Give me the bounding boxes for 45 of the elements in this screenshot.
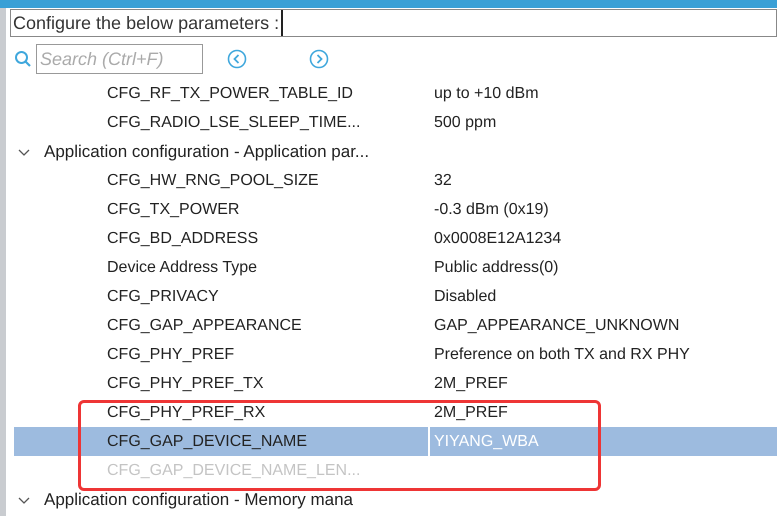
parameter-value: 32	[433, 170, 452, 190]
next-icon[interactable]	[309, 49, 329, 69]
parameter-name: CFG_BD_ADDRESS	[107, 230, 258, 246]
parameter-value: 2M_PREF	[433, 374, 508, 394]
group-row[interactable]: Application configuration - Memory mana	[14, 485, 777, 514]
parameter-value: -0.3 dBm (0x19)	[433, 200, 549, 220]
search-field[interactable]: Search (Ctrl+F)	[36, 44, 203, 74]
parameter-name: CFG_GAP_APPEARANCE	[107, 316, 302, 334]
parameter-name: CFG_RADIO_LSE_SLEEP_TIME...	[107, 114, 360, 130]
parameter-value: GAP_APPEARANCE_UNKNOWN	[433, 316, 680, 336]
parameter-name: CFG_PHY_PREF	[107, 346, 234, 362]
group-label: Application configuration - Application par...	[44, 142, 370, 162]
parameter-row[interactable]: CFG_GAP_DEVICE_NAME YIYANG_WBA	[14, 427, 777, 456]
group-label: Application configuration - Memory mana	[44, 490, 353, 510]
parameter-name: CFG_GAP_DEVICE_NAME	[107, 432, 308, 450]
parameter-row[interactable]: CFG_HW_RNG_POOL_SIZE 32	[14, 166, 777, 195]
parameter-row[interactable]: CFG_GAP_APPEARANCE GAP_APPEARANCE_UNKNOWN	[14, 311, 777, 340]
parameter-row[interactable]: CFG_PHY_PREF_TX 2M_PREF	[14, 369, 777, 398]
parameter-name: Device Address Type	[107, 258, 258, 276]
parameter-row[interactable]: CFG_RADIO_LSE_SLEEP_TIME... 500 ppm	[14, 108, 777, 137]
parameter-value: Disabled	[433, 286, 496, 306]
parameter-name: CFG_HW_RNG_POOL_SIZE	[107, 172, 319, 188]
parameter-value: 0x0008E12A1234	[433, 228, 562, 248]
search-icon	[14, 50, 32, 68]
parameter-name: CFG_TX_POWER	[107, 200, 240, 218]
parameter-row[interactable]: Device Address Type Public address(0)	[14, 253, 777, 282]
header-label: Configure the below parameters :	[12, 12, 280, 35]
parameter-name: CFG_PHY_PREF_TX	[107, 374, 264, 392]
parameter-name: CFG_PRIVACY	[107, 288, 219, 304]
parameter-value: 500 ppm	[433, 112, 496, 132]
parameter-row[interactable]: CFG_PHY_PREF Preference on both TX and RX PHY	[14, 340, 777, 369]
parameter-row[interactable]: CFG_TX_POWER -0.3 dBm (0x19)	[14, 195, 777, 224]
parameter-row[interactable]: CFG_RF_TX_POWER_TABLE_ID up to +10 dBm	[14, 79, 777, 108]
parameter-value: 2M_PREF	[433, 402, 508, 422]
parameter-value: Preference on both TX and RX PHY	[433, 344, 690, 364]
parameter-row[interactable]: CFG_PHY_PREF_RX 2M_PREF	[14, 398, 777, 427]
parameter-name: CFG_PHY_PREF_RX	[107, 404, 266, 420]
parameter-name: CFG_RF_TX_POWER_TABLE_ID	[107, 84, 353, 102]
parameter-row[interactable]: CFG_BD_ADDRESS 0x0008E12A1234	[14, 224, 777, 253]
parameter-value: up to +10 dBm	[433, 84, 539, 104]
group-row[interactable]: Application configuration - Application par...	[14, 137, 777, 166]
parameter-value: Public address(0)	[433, 258, 558, 278]
parameter-name: CFG_GAP_DEVICE_NAME_LEN...	[107, 462, 360, 478]
previous-icon[interactable]	[227, 49, 247, 69]
parameter-row[interactable]: CFG_PRIVACY Disabled	[14, 282, 777, 311]
